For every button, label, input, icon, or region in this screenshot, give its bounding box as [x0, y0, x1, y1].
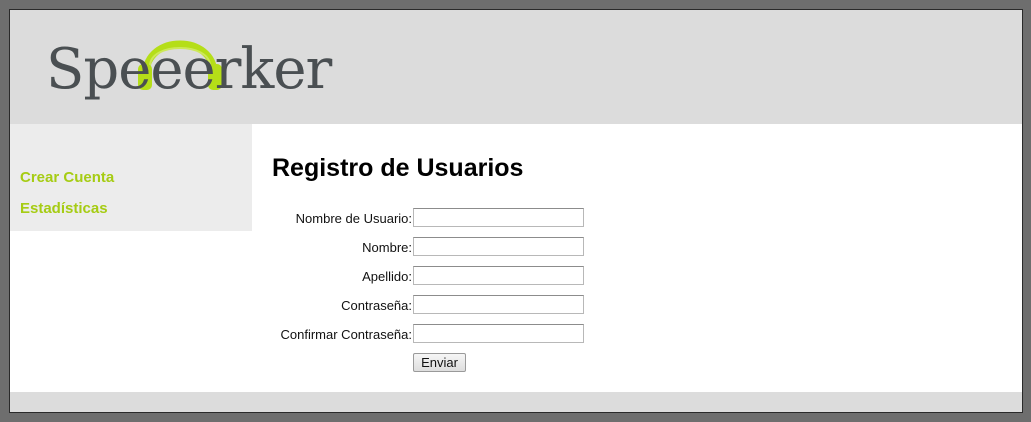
name-input[interactable] [413, 237, 584, 256]
form-row-username: Nombre de Usuario: [252, 208, 652, 230]
password-label: Contraseña: [341, 298, 412, 313]
site-header: Speeerker [10, 10, 1022, 124]
username-label: Nombre de Usuario: [295, 211, 412, 226]
logo-wordmark: Speeerker [46, 37, 332, 102]
sidebar: Crear Cuenta Estadísticas [10, 124, 252, 231]
form-row-lastname: Apellido: [252, 266, 652, 288]
username-input[interactable] [413, 208, 584, 227]
site-footer [10, 392, 1022, 412]
lastname-label: Apellido: [362, 269, 412, 284]
confirm-password-label: Confirmar Contraseña: [280, 327, 413, 342]
site-logo[interactable]: Speeerker [46, 18, 336, 118]
sidebar-item-estadisticas[interactable]: Estadísticas [20, 200, 108, 217]
password-input[interactable] [413, 295, 584, 314]
form-row-name: Nombre: [252, 237, 652, 259]
page-title: Registro de Usuarios [272, 154, 524, 182]
submit-button[interactable]: Enviar [413, 353, 466, 372]
name-label: Nombre: [362, 240, 412, 255]
sidebar-item-crear-cuenta[interactable]: Crear Cuenta [20, 169, 114, 186]
main-content: Registro de Usuarios Nombre de Usuario: … [252, 124, 1022, 392]
form-row-confirm-password: Confirmar Contraseña: [252, 324, 652, 346]
form-row-password: Contraseña: [252, 295, 652, 317]
lastname-input[interactable] [413, 266, 584, 285]
confirm-password-input[interactable] [413, 324, 584, 343]
page-frame: Speeerker Crear Cuenta Estadísticas Regi… [9, 9, 1023, 413]
